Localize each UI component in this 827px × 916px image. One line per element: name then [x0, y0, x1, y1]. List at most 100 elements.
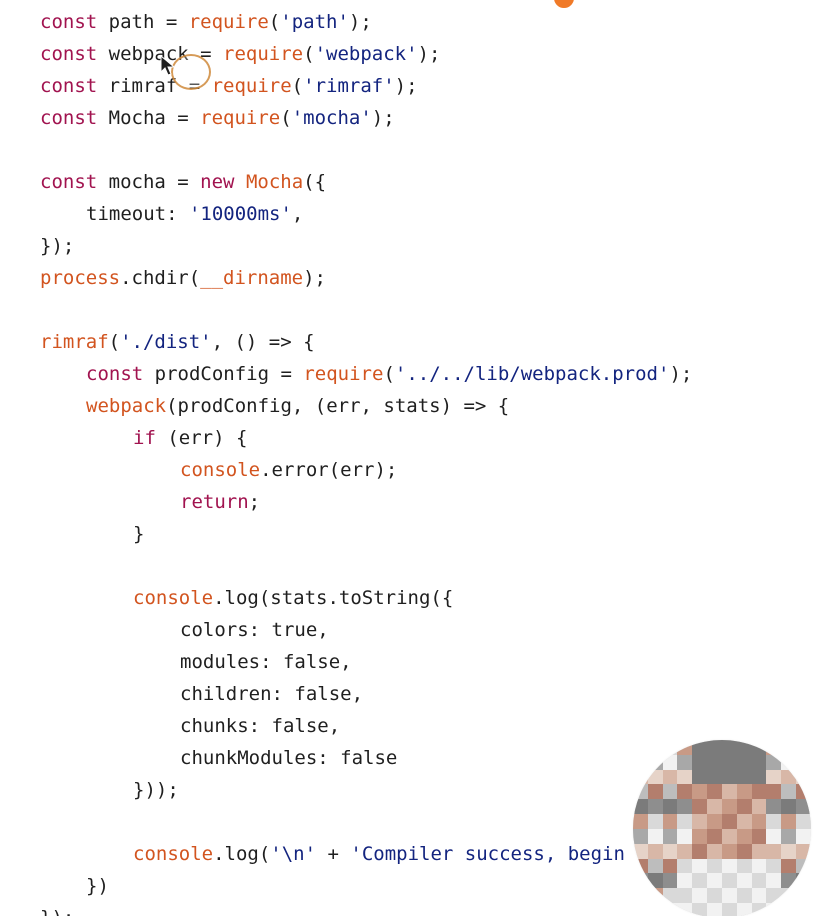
webcam-pixel — [647, 814, 663, 829]
webcam-pixel — [692, 799, 708, 815]
code-token: if — [133, 427, 156, 449]
webcam-pixel — [796, 888, 811, 904]
code-token: '\n' — [270, 843, 317, 865]
webcam-pixel — [662, 843, 678, 859]
webcam-pixel — [647, 784, 663, 800]
code-token: require — [223, 43, 304, 65]
webcam-pixel — [796, 799, 811, 815]
code-token: 'webpack' — [314, 43, 418, 65]
webcam-pixel — [707, 814, 722, 829]
webcam-pixel — [707, 799, 722, 815]
code-token: , () => { — [211, 331, 315, 353]
webcam-pixel — [662, 888, 678, 904]
code-token: console — [133, 843, 214, 865]
webcam-pixel — [751, 814, 767, 829]
code-token: ( — [291, 75, 304, 97]
webcam-pixel — [633, 799, 648, 815]
webcam-pixel — [796, 754, 811, 770]
webcam-pixel — [766, 873, 782, 889]
webcam-blurred-person-icon — [633, 740, 811, 916]
code-line-20: colors: true, — [180, 614, 329, 646]
webcam-pixel — [766, 740, 782, 755]
code-line-27: console.log('\n' + 'Compiler success, be… — [133, 838, 625, 870]
code-token: rimraf — [40, 331, 109, 353]
webcam-pixel — [647, 888, 663, 904]
webcam-pixel — [796, 873, 811, 889]
webcam-pixel — [796, 769, 811, 785]
webcam-pixel — [633, 858, 648, 874]
webcam-pixel — [633, 754, 648, 770]
code-line-24: chunkModules: false — [180, 742, 397, 774]
code-token: .log(stats.toString({ — [213, 587, 454, 609]
code-token: console — [133, 587, 214, 609]
webcam-pixel — [736, 814, 752, 829]
webcam-pixel — [751, 799, 767, 815]
code-token: ); — [394, 75, 418, 97]
webcam-pixel — [707, 873, 722, 889]
click-highlight-circle — [171, 54, 211, 90]
code-token: '10000ms' — [188, 203, 292, 225]
webcam-pixel — [692, 828, 708, 844]
code-token: path = — [97, 11, 189, 33]
code-token: ( — [383, 363, 395, 385]
code-token: const — [86, 363, 144, 385]
webcam-pixel — [633, 784, 648, 800]
webcam-pixel — [677, 740, 693, 755]
code-token: }); — [40, 907, 74, 916]
code-line-2: const webpack = require('webpack'); — [40, 38, 440, 70]
code-token: const — [40, 43, 98, 65]
code-token: __dirname — [200, 267, 304, 289]
code-token: }); — [40, 235, 75, 257]
webcam-pixel — [692, 784, 708, 800]
code-line-15: console.error(err); — [180, 454, 397, 486]
code-token: 'path' — [280, 11, 349, 33]
webcam-pixel — [736, 754, 752, 770]
code-token: ); — [303, 267, 326, 289]
webcam-pixel — [647, 740, 663, 755]
code-token: require — [211, 75, 292, 97]
webcam-pixel — [721, 754, 737, 770]
recording-indicator-icon — [552, 0, 576, 10]
webcam-pixel — [707, 828, 722, 844]
webcam-pixel — [766, 814, 782, 829]
webcam-pixel — [677, 903, 693, 916]
code-token: 'Compiler success, begin — [350, 843, 625, 865]
webcam-pixel — [647, 754, 663, 770]
webcam-pixel — [692, 814, 708, 829]
code-token: console — [180, 459, 261, 481]
webcam-pixel — [647, 799, 663, 815]
code-token: } — [133, 523, 145, 545]
webcam-pixel — [647, 828, 663, 844]
webcam-pixel — [633, 873, 648, 889]
webcam-pixel — [781, 740, 797, 755]
webcam-pixel — [766, 754, 782, 770]
code-token: ( — [108, 331, 121, 353]
code-token: '../../lib/webpack.prod' — [394, 363, 670, 385]
webcam-pixel — [707, 858, 722, 874]
webcam-pixel — [647, 873, 663, 889]
code-token: + — [316, 843, 351, 865]
webcam-pixel — [662, 799, 678, 815]
code-line-23: chunks: false, — [180, 710, 340, 742]
webcam-pixel — [633, 769, 648, 785]
webcam-pixel — [707, 754, 722, 770]
webcam-pixel — [633, 903, 648, 916]
webcam-pixel — [721, 843, 737, 859]
webcam-pixel — [692, 740, 708, 755]
code-token: const — [40, 107, 98, 129]
webcam-pixel — [721, 873, 737, 889]
webcam-pixel — [751, 903, 767, 916]
webcam-pixel — [633, 888, 648, 904]
code-token: prodConfig = — [143, 363, 304, 385]
webcam-pixel — [766, 888, 782, 904]
webcam-pixel — [781, 828, 797, 844]
code-token: webpack — [86, 395, 167, 417]
code-line-19: console.log(stats.toString({ — [133, 582, 453, 614]
webcam-pixel — [633, 828, 648, 844]
webcam-pixel — [736, 843, 752, 859]
webcam-pixel — [781, 888, 797, 904]
code-editor: const path = require('path'); const webp… — [0, 0, 827, 916]
webcam-pixel — [781, 784, 797, 800]
webcam-pixel — [662, 769, 678, 785]
code-token: process — [40, 267, 121, 289]
